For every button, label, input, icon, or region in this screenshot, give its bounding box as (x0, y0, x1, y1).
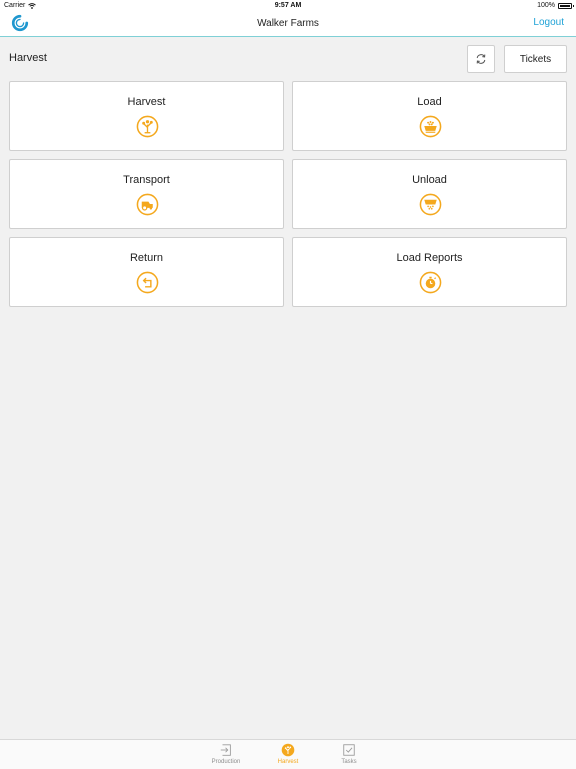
tile-transport[interactable]: Transport (9, 159, 284, 229)
tile-label: Load (417, 96, 442, 108)
nav-title: Walker Farms (257, 18, 319, 29)
production-icon (220, 744, 231, 756)
tile-label: Load Reports (396, 252, 463, 264)
load-bin-icon (419, 115, 442, 138)
status-bar: Carrier 9:57 AM 100% (0, 0, 576, 12)
tile-return[interactable]: Return (9, 237, 284, 307)
tab-label: Production (211, 759, 241, 765)
battery-icon (558, 2, 574, 9)
tile-label: Transport (123, 174, 170, 186)
battery-percent: 100% (537, 2, 555, 9)
tile-harvest[interactable]: Harvest (9, 81, 284, 151)
tab-tasks[interactable]: Tasks (324, 742, 374, 768)
harvest-icon (281, 743, 295, 757)
logout-button[interactable]: Logout (533, 17, 564, 28)
tile-label: Unload (412, 174, 447, 186)
refresh-button[interactable] (467, 45, 495, 73)
tab-production[interactable]: Production (201, 742, 251, 768)
refresh-icon (476, 54, 486, 64)
nav-bar: Walker Farms Logout (0, 12, 576, 37)
tab-harvest[interactable]: Harvest (263, 742, 313, 768)
truck-icon (136, 193, 159, 216)
tab-label: Tasks (341, 759, 357, 765)
tile-unload[interactable]: Unload (292, 159, 567, 229)
tile-load-reports[interactable]: Load Reports (292, 237, 567, 307)
unload-bin-icon (419, 193, 442, 216)
tile-load[interactable]: Load (292, 81, 567, 151)
tab-label: Harvest (277, 759, 299, 765)
tasks-icon (343, 744, 355, 756)
battery-fill (560, 4, 570, 7)
tile-label: Return (129, 252, 164, 264)
tickets-button[interactable]: Tickets (504, 45, 567, 73)
tree-icon (136, 115, 159, 138)
tile-label: Harvest (127, 96, 166, 108)
return-arrow-icon (136, 271, 159, 294)
stopwatch-icon (419, 271, 442, 294)
status-time: 9:57 AM (274, 2, 302, 9)
status-right: 100% (537, 2, 574, 9)
page-title: Harvest (9, 52, 47, 64)
tab-bar: Production Harvest Tasks (0, 739, 576, 769)
